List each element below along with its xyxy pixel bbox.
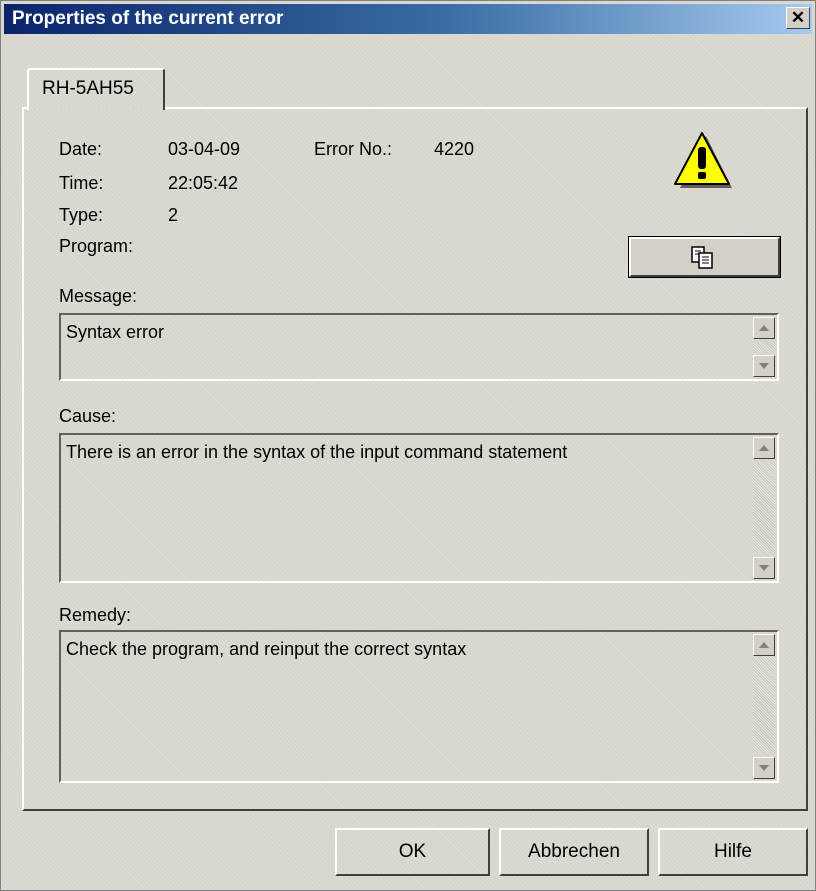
type-label: Type: — [59, 205, 104, 225]
copy-button[interactable] — [628, 236, 781, 278]
scroll-down-button[interactable] — [753, 355, 775, 377]
close-icon: ✕ — [790, 8, 806, 27]
remedy-label: Remedy: — [59, 605, 132, 625]
title-bar[interactable]: Properties of the current error ✕ — [4, 4, 812, 34]
cause-label: Cause: — [59, 406, 117, 426]
scroll-down-button[interactable] — [753, 757, 775, 779]
time-label: Time: — [59, 173, 104, 193]
help-button[interactable]: Hilfe — [658, 828, 808, 876]
arrow-up-icon — [759, 445, 769, 451]
ok-button[interactable]: OK — [335, 828, 490, 876]
arrow-up-icon — [759, 325, 769, 331]
close-button[interactable]: ✕ — [786, 7, 810, 29]
scroll-up-button[interactable] — [753, 634, 775, 656]
error-no-value: 4220 — [434, 139, 475, 159]
remedy-text: Check the program, and reinput the corre… — [66, 639, 467, 659]
cause-text: There is an error in the syntax of the i… — [66, 442, 568, 462]
scroll-up-button[interactable] — [753, 317, 775, 339]
cause-scrollbar[interactable] — [753, 437, 775, 579]
warning-icon — [671, 131, 733, 194]
message-text: Syntax error — [66, 322, 165, 342]
date-label: Date: — [59, 139, 103, 159]
type-value: 2 — [168, 205, 179, 225]
remedy-scrollbar[interactable] — [753, 634, 775, 779]
message-textbox[interactable]: Syntax error — [59, 313, 779, 381]
scroll-up-button[interactable] — [753, 437, 775, 459]
arrow-down-icon — [759, 565, 769, 571]
error-no-label: Error No.: — [314, 139, 393, 159]
tab-label: RH-5AH55 — [42, 78, 134, 99]
cancel-button[interactable]: Abbrechen — [499, 828, 649, 876]
arrow-up-icon — [759, 642, 769, 648]
time-value: 22:05:42 — [168, 173, 239, 193]
scroll-down-button[interactable] — [753, 557, 775, 579]
arrow-down-icon — [759, 363, 769, 369]
cause-textbox[interactable]: There is an error in the syntax of the i… — [59, 433, 779, 583]
program-label: Program: — [59, 236, 134, 256]
message-label: Message: — [59, 286, 138, 306]
copy-icon — [691, 246, 713, 269]
window-title: Properties of the current error — [12, 8, 284, 29]
remedy-textbox[interactable]: Check the program, and reinput the corre… — [59, 630, 779, 783]
date-value: 03-04-09 — [168, 139, 241, 159]
tab-rh-5ah55[interactable]: RH-5AH55 — [27, 68, 165, 110]
error-properties-dialog: Properties of the current error ✕ RH-5AH… — [0, 0, 816, 891]
arrow-down-icon — [759, 765, 769, 771]
message-scrollbar[interactable] — [753, 317, 775, 377]
